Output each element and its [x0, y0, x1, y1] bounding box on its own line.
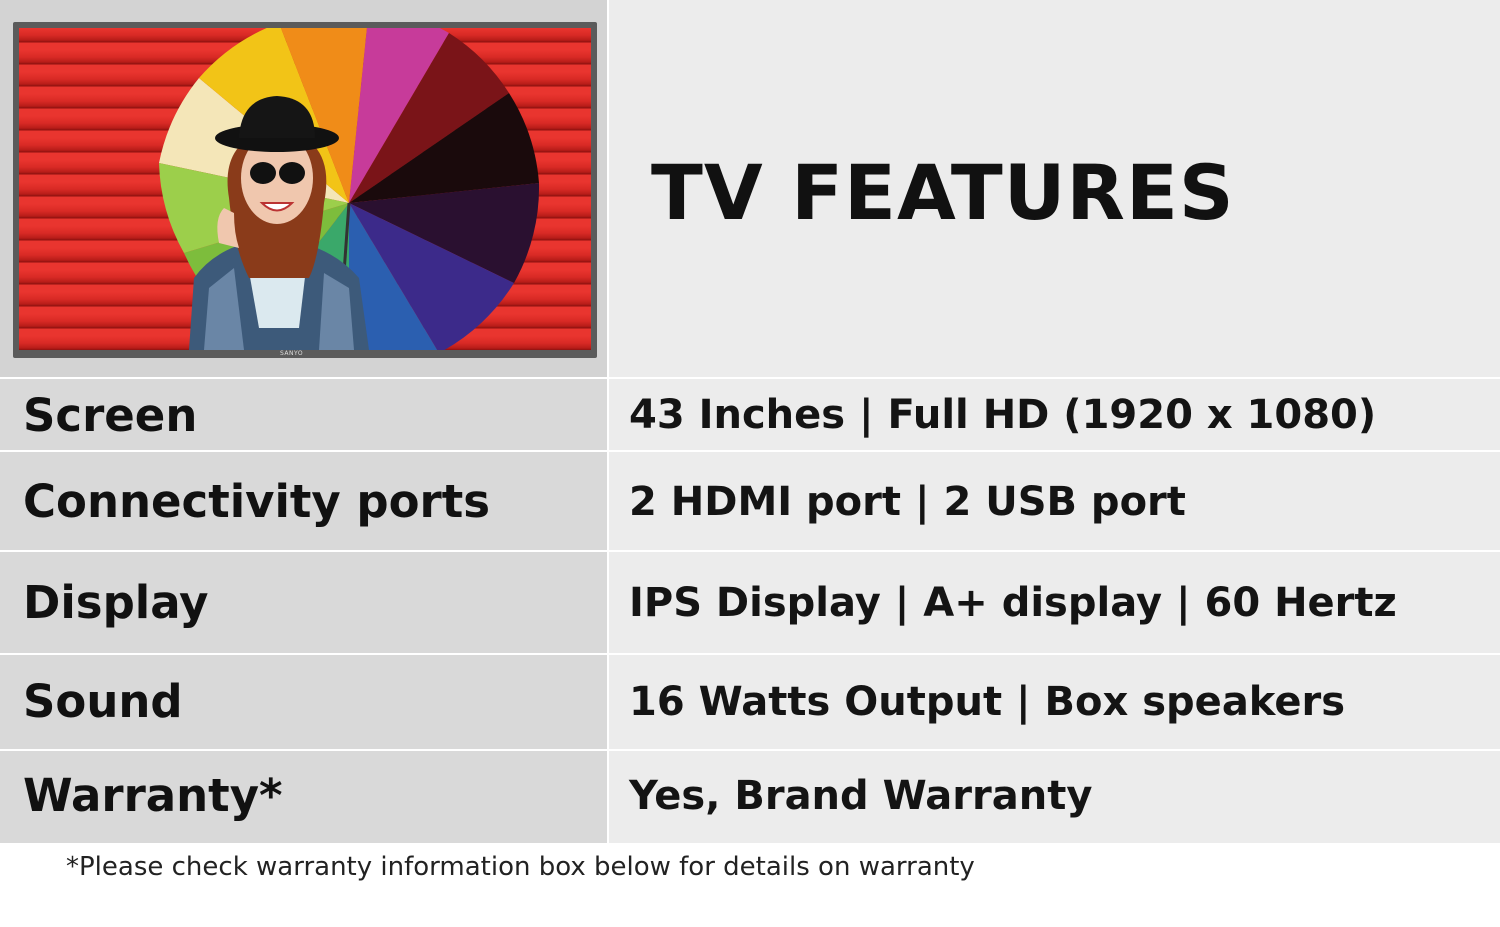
feature-label-cell: Connectivity ports [0, 452, 607, 550]
feature-value: 2 HDMI port | 2 USB port [629, 479, 1186, 525]
feature-row-screen: Screen 43 Inches | Full HD (1920 x 1080) [0, 379, 1500, 450]
feature-label: Screen [23, 389, 198, 442]
woman-with-umbrella-illustration [159, 28, 540, 350]
tv-screen-image [19, 28, 591, 350]
feature-label-cell: Screen [0, 379, 607, 450]
feature-row-warranty: Warranty* Yes, Brand Warranty [0, 751, 1500, 843]
feature-row-display: Display IPS Display | A+ display | 60 He… [0, 552, 1500, 653]
feature-value: Yes, Brand Warranty [629, 773, 1093, 819]
feature-row-sound: Sound 16 Watts Output | Box speakers [0, 655, 1500, 749]
feature-row-connectivity: Connectivity ports 2 HDMI port | 2 USB p… [0, 452, 1500, 550]
feature-label-cell: Warranty* [0, 751, 607, 843]
feature-label: Sound [23, 675, 183, 728]
feature-label-cell: Sound [0, 655, 607, 749]
feature-value: 16 Watts Output | Box speakers [629, 679, 1345, 725]
feature-label-cell: Display [0, 552, 607, 653]
feature-label: Display [23, 576, 209, 629]
feature-label: Connectivity ports [23, 475, 491, 528]
feature-value: IPS Display | A+ display | 60 Hertz [629, 580, 1397, 626]
page-title: TV FEATURES [651, 148, 1235, 237]
tv-brand-logo: SANYO [280, 350, 304, 357]
feature-value: 43 Inches | Full HD (1920 x 1080) [629, 392, 1377, 438]
feature-label: Warranty* [23, 769, 283, 822]
warranty-footnote: *Please check warranty information box b… [66, 852, 975, 882]
